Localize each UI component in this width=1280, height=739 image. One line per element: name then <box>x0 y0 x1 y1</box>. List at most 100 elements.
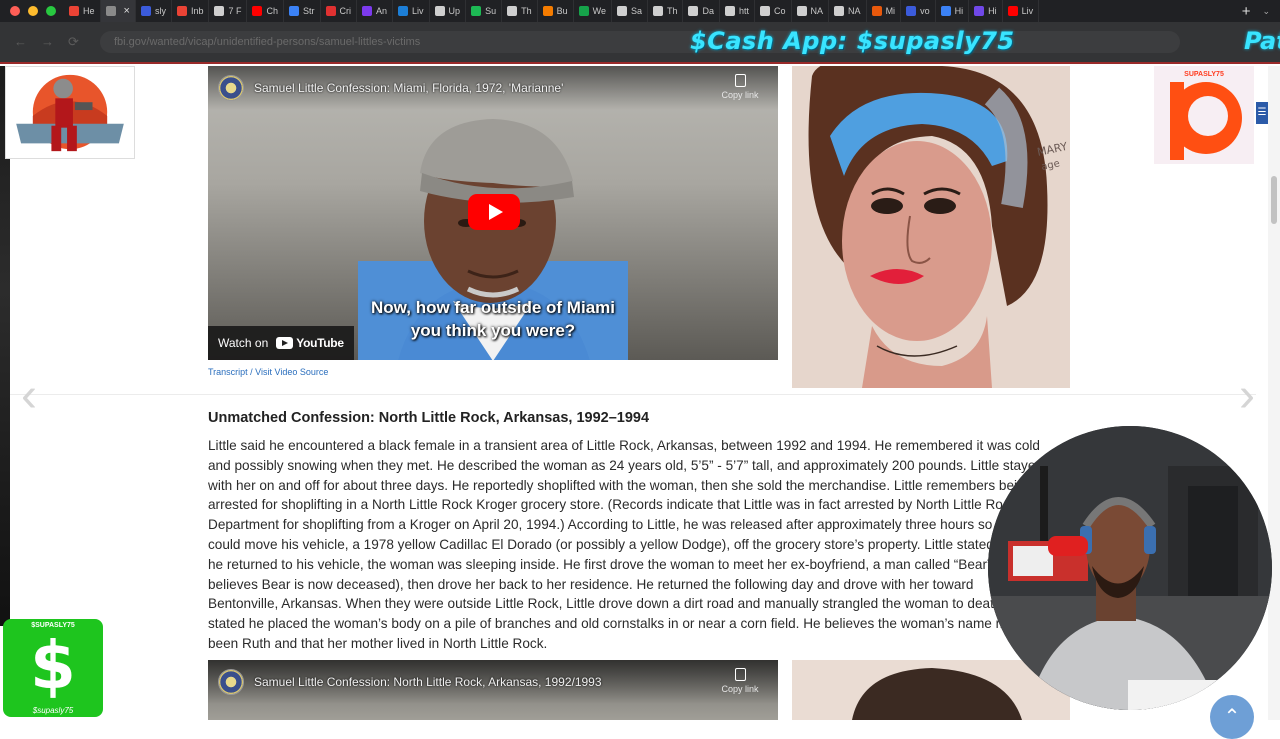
cashapp-signature: $supasly75 <box>32 706 74 715</box>
browser-tab[interactable]: Hi <box>969 0 1003 22</box>
browser-tab[interactable]: Th <box>502 0 538 22</box>
browser-tab[interactable]: 7 F <box>209 0 248 22</box>
browser-tab-label: Str <box>303 6 315 16</box>
browser-tab[interactable]: We <box>574 0 612 22</box>
youtube-icon <box>1007 6 1018 16</box>
browser-tab[interactable]: sly <box>136 0 172 22</box>
transcript-video-source-link[interactable]: Transcript / Visit Video Source <box>208 367 328 377</box>
browser-tab[interactable]: Liv <box>1003 0 1040 22</box>
browser-tab-label: Bu <box>556 6 568 16</box>
video-embed-miami[interactable]: Samuel Little Confession: Miami, Florida… <box>208 66 778 360</box>
browser-tab[interactable]: Sa <box>612 0 648 22</box>
browser-tab[interactable]: NA <box>792 0 830 22</box>
video-title[interactable]: Samuel Little Confession: Miami, Florida… <box>254 81 563 95</box>
fbi-seal-icon[interactable] <box>218 75 244 101</box>
browser-tab[interactable]: NA <box>829 0 867 22</box>
browser-tab[interactable]: Bu <box>538 0 574 22</box>
video-embed-north-little-rock[interactable]: Samuel Little Confession: North Little R… <box>208 660 778 720</box>
tab-search-button[interactable]: ⌄ <box>1262 6 1280 17</box>
browser-tab[interactable]: Co <box>755 0 792 22</box>
zoom-window-button[interactable] <box>46 6 56 16</box>
previous-slide-arrow-icon[interactable]: ‹ <box>12 366 46 426</box>
browser-tab[interactable]: Str <box>284 0 321 22</box>
victim-portrait-drawing-2 <box>792 660 1070 720</box>
play-button[interactable] <box>468 194 520 230</box>
copy-link-label: Copy link <box>721 90 759 100</box>
browser-tab[interactable]: htt <box>720 0 756 22</box>
browser-tab-label: He <box>83 6 95 16</box>
webcam-feed-illustration <box>988 426 1272 710</box>
browser-tab[interactable]: Liv <box>393 0 430 22</box>
youtube-wordmark: YouTube <box>296 336 344 350</box>
close-window-button[interactable] <box>10 6 20 16</box>
browser-tab[interactable]: An <box>357 0 394 22</box>
mask-icon <box>725 6 735 16</box>
c-icon <box>834 6 845 16</box>
youtube-icon <box>252 6 263 16</box>
browser-tab-label: Su <box>485 6 497 16</box>
shield-icon <box>906 6 917 16</box>
browser-tab-label: Ch <box>266 6 278 16</box>
new-tab-button[interactable]: + <box>1230 3 1263 20</box>
cash-banner-text: $Cash App: $supasly75 <box>690 27 1015 55</box>
scroll-to-top-button[interactable]: ⌃ <box>1210 695 1254 739</box>
globe-icon <box>105 6 116 16</box>
browser-tab[interactable]: He <box>64 0 101 22</box>
star-icon <box>289 6 299 16</box>
browser-tab-label: Cri <box>339 6 352 16</box>
browser-tab-label: We <box>592 6 606 16</box>
side-menu-tab-icon[interactable]: ☰ <box>1256 102 1268 124</box>
confession-body: Little said he encountered a black femal… <box>208 436 1068 654</box>
browser-tab[interactable]: Da <box>683 0 720 22</box>
confession-text-line: Bentonville, Arkansas. When they were ou… <box>208 596 1038 612</box>
scrollbar-thumb[interactable] <box>1271 176 1277 224</box>
browser-tab[interactable]: Cri <box>321 0 358 22</box>
browser-tab-label: 7 F <box>228 6 242 16</box>
confession-text-line: arrested for shoplifting in a North Litt… <box>208 497 1058 513</box>
browser-tab-label: Hi <box>954 6 964 16</box>
vertical-scrollbar[interactable] <box>1268 66 1280 720</box>
browser-tab[interactable]: Th <box>648 0 684 22</box>
browser-tab[interactable]: vo <box>901 0 936 22</box>
cashapp-logo: $SUPASLY75 $ $supasly75 <box>3 619 103 717</box>
browser-tab-label: Th <box>666 6 678 16</box>
browser-tab[interactable]: Up <box>430 0 467 22</box>
browser-tab[interactable]: Hi <box>936 0 970 22</box>
minimize-window-button[interactable] <box>28 6 38 16</box>
tab-list: He × sly Inb 7 F Ch Str Cri An Liv Up Su Th Bu We Sa Th D… <box>64 0 1230 22</box>
play-icon <box>488 204 503 220</box>
patreon-icon: SUPASLY75 <box>1154 66 1254 164</box>
video-title-bar: Samuel Little Confession: North Little R… <box>208 660 778 704</box>
close-tab-icon[interactable]: × <box>124 5 130 17</box>
browser-tab-strip: He × sly Inb 7 F Ch Str Cri An Liv Up Su Th Bu We Sa Th D… <box>0 0 1280 22</box>
browser-tab-label: An <box>376 6 388 16</box>
browser-tab[interactable]: × <box>100 0 136 22</box>
doc-icon <box>507 6 518 16</box>
c-icon <box>760 6 771 16</box>
copy-link-button[interactable]: Copy link <box>720 668 760 694</box>
browser-tab-label: Inb <box>190 6 204 16</box>
browser-tab[interactable]: Inb <box>172 0 210 22</box>
copy-link-button[interactable]: Copy link <box>720 74 760 100</box>
confession-heading: Unmatched Confession: North Little Rock,… <box>208 410 650 426</box>
link-icon <box>688 6 699 16</box>
x-icon <box>578 6 589 16</box>
confession-text-line: with her on and off for about three days… <box>208 477 1033 493</box>
browser-tab[interactable]: Mi <box>867 0 902 22</box>
youtube-logo: YouTube <box>276 336 344 350</box>
browser-tab-label: Liv <box>412 6 424 16</box>
browser-tab[interactable]: Su <box>466 0 503 22</box>
confession-text-line: believes Bear is now deceased), then dro… <box>208 576 974 592</box>
browser-tab-label: Th <box>521 6 532 16</box>
confession-text-line: and possibly snowing when they met. He d… <box>208 457 1043 473</box>
watch-on-youtube-button[interactable]: Watch on YouTube <box>208 326 354 360</box>
next-slide-arrow-icon[interactable]: › <box>1230 366 1264 426</box>
watch-on-label: Watch on <box>218 336 269 350</box>
youtube-play-icon <box>276 337 294 349</box>
video-title-bar: Samuel Little Confession: Miami, Florida… <box>208 66 778 110</box>
browser-tab[interactable]: Ch <box>247 0 284 22</box>
browser-tab-label: sly <box>154 6 166 16</box>
video-title[interactable]: Samuel Little Confession: North Little R… <box>254 675 602 689</box>
fbi-seal-icon[interactable] <box>218 669 244 695</box>
patreon-handle-text: SUPASLY75 <box>1184 71 1224 78</box>
